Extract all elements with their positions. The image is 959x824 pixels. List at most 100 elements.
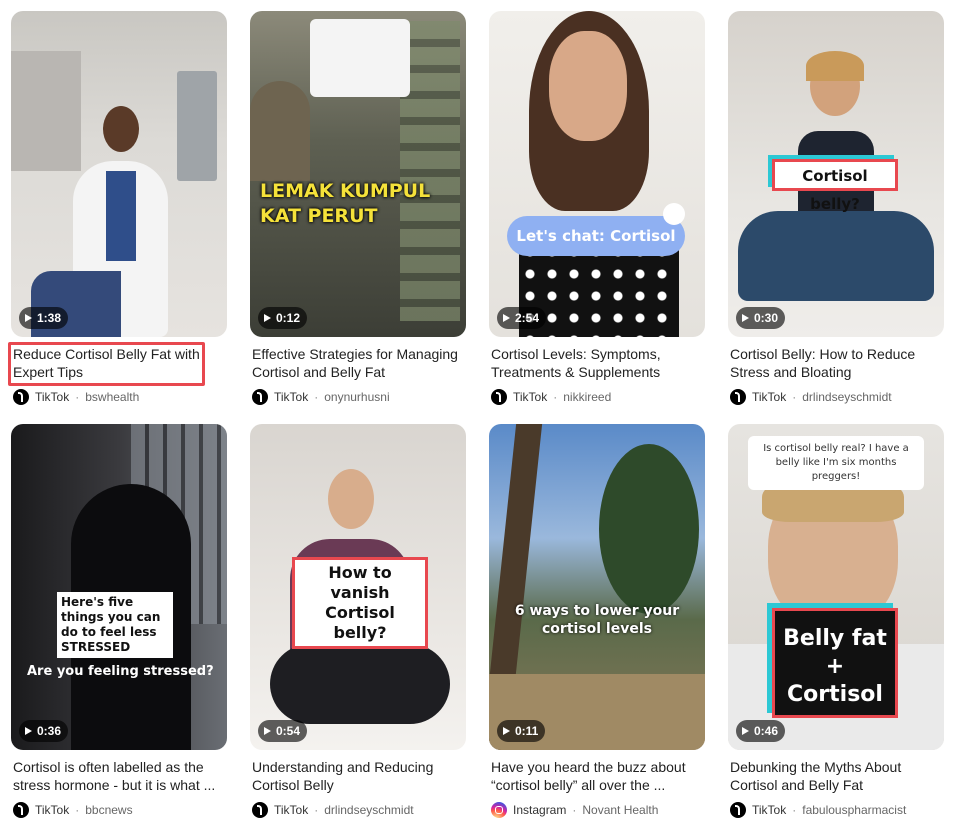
video-title[interactable]: Cortisol Levels: Symptoms, Treatments & … — [491, 345, 705, 381]
separator: · — [314, 390, 319, 404]
separator: · — [75, 390, 80, 404]
channel-name: bswhealth — [85, 390, 140, 404]
separator: · — [75, 803, 80, 817]
duration-badge: 0:30 — [736, 307, 786, 329]
video-title[interactable]: Cortisol Belly: How to Reduce Stress and… — [730, 345, 944, 381]
instagram-icon — [491, 802, 507, 818]
duration-text: 1:38 — [37, 311, 62, 325]
duration-badge: 0:12 — [258, 307, 308, 329]
play-icon — [742, 727, 749, 735]
video-card[interactable]: Here's five things you can do to feel le… — [11, 424, 227, 824]
separator: · — [572, 803, 577, 817]
play-icon — [25, 314, 32, 322]
comment-bubble: Is cortisol belly real? I have a belly l… — [748, 436, 924, 490]
video-source: TikTok · fabulouspharmacist — [730, 802, 906, 818]
channel-name: fabulouspharmacist — [802, 803, 907, 817]
channel-name: onynurhusni — [324, 390, 390, 404]
video-thumbnail[interactable]: 1:38 — [11, 11, 227, 337]
duration-badge: 1:38 — [19, 307, 69, 329]
video-thumbnail[interactable]: Let's chat: Cortisol 2:54 — [489, 11, 705, 337]
channel-name: bbcnews — [85, 803, 133, 817]
video-thumbnail[interactable]: Here's five things you can do to feel le… — [11, 424, 227, 750]
thumbnail-image — [489, 424, 705, 750]
play-icon — [503, 727, 510, 735]
thumbnail-caption: Here's five things you can do to feel le… — [57, 592, 173, 658]
video-source: TikTok · onynurhusni — [252, 389, 390, 405]
video-card[interactable]: LEMAK KUMPUL KAT PERUT 0:12 Effective St… — [250, 11, 466, 411]
channel-name: nikkireed — [563, 390, 612, 404]
thumbnail-image — [250, 11, 466, 337]
tiktok-icon — [730, 802, 746, 818]
video-thumbnail[interactable]: Cortisol belly? 0:30 — [728, 11, 944, 337]
video-results-grid: 1:38 Reduce Cortisol Belly Fat with Expe… — [0, 0, 959, 824]
video-title[interactable]: Understanding and Reducing Cortisol Bell… — [252, 758, 466, 794]
thumbnail-caption: 6 ways to lower your cortisol levels — [514, 603, 680, 637]
tiktok-icon — [13, 802, 29, 818]
video-source: TikTok · bswhealth — [13, 389, 139, 405]
platform-name: Instagram — [513, 803, 567, 817]
video-source: TikTok · nikkireed — [491, 389, 611, 405]
video-thumbnail[interactable]: How to vanish Cortisol belly? 0:54 — [250, 424, 466, 750]
platform-name: TikTok — [274, 803, 309, 817]
separator: · — [792, 390, 797, 404]
thumbnail-caption: LEMAK KUMPUL KAT PERUT — [260, 180, 431, 227]
tiktok-icon — [13, 389, 29, 405]
video-card[interactable]: Is cortisol belly real? I have a belly l… — [728, 424, 944, 824]
duration-badge: 0:11 — [497, 720, 546, 742]
play-icon — [264, 727, 271, 735]
duration-text: 0:11 — [515, 724, 539, 738]
video-title[interactable]: Debunking the Myths About Cortisol and B… — [730, 758, 944, 794]
platform-name: TikTok — [752, 390, 787, 404]
channel-name: Novant Health — [582, 803, 659, 817]
video-card[interactable]: 1:38 Reduce Cortisol Belly Fat with Expe… — [8, 11, 227, 411]
video-thumbnail[interactable]: 6 ways to lower your cortisol levels 0:1… — [489, 424, 705, 750]
thumbnail-caption: Belly fat + Cortisol — [772, 608, 898, 718]
tiktok-icon — [730, 389, 746, 405]
duration-text: 0:12 — [276, 311, 301, 325]
video-title[interactable]: Have you heard the buzz about “cortisol … — [491, 758, 705, 794]
thumbnail-image — [11, 11, 227, 337]
video-title[interactable]: Reduce Cortisol Belly Fat with Expert Ti… — [13, 345, 227, 381]
duration-badge: 0:54 — [258, 720, 308, 742]
thumbnail-subcaption: Are you feeling stressed? — [27, 664, 214, 679]
separator: · — [314, 803, 319, 817]
video-title[interactable]: Cortisol is often labelled as the stress… — [13, 758, 227, 794]
tiktok-icon — [252, 802, 268, 818]
duration-text: 0:36 — [37, 724, 62, 738]
video-card[interactable]: Let's chat: Cortisol 2:54 Cortisol Level… — [489, 11, 705, 411]
play-icon — [264, 314, 271, 322]
platform-name: TikTok — [35, 390, 70, 404]
duration-text: 0:46 — [754, 724, 779, 738]
video-card[interactable]: Cortisol belly? 0:30 Cortisol Belly: How… — [728, 11, 944, 411]
thumbnail-image — [11, 424, 227, 750]
video-source: TikTok · drlindseyschmidt — [730, 389, 892, 405]
platform-name: TikTok — [35, 803, 70, 817]
video-card[interactable]: How to vanish Cortisol belly? 0:54 Under… — [250, 424, 466, 824]
video-title[interactable]: Effective Strategies for Managing Cortis… — [252, 345, 466, 381]
duration-badge: 2:54 — [497, 307, 547, 329]
thumbnail-image — [489, 11, 705, 337]
video-thumbnail[interactable]: LEMAK KUMPUL KAT PERUT 0:12 — [250, 11, 466, 337]
video-card[interactable]: 6 ways to lower your cortisol levels 0:1… — [489, 424, 705, 824]
duration-badge: 0:46 — [736, 720, 786, 742]
video-source: TikTok · drlindseyschmidt — [252, 802, 414, 818]
video-thumbnail[interactable]: Is cortisol belly real? I have a belly l… — [728, 424, 944, 750]
duration-text: 0:54 — [276, 724, 301, 738]
separator: · — [792, 803, 797, 817]
video-source: Instagram · Novant Health — [491, 802, 658, 818]
tiktok-icon — [252, 389, 268, 405]
play-icon — [742, 314, 749, 322]
video-source: TikTok · bbcnews — [13, 802, 133, 818]
duration-text: 2:54 — [515, 311, 540, 325]
separator: · — [553, 390, 558, 404]
duration-text: 0:30 — [754, 311, 779, 325]
platform-name: TikTok — [752, 803, 787, 817]
tiktok-icon — [491, 389, 507, 405]
thumbnail-caption: Let's chat: Cortisol — [507, 216, 685, 256]
duration-badge: 0:36 — [19, 720, 69, 742]
play-icon — [503, 314, 510, 322]
thumbnail-caption: Cortisol belly? — [772, 159, 898, 213]
channel-name: drlindseyschmidt — [802, 390, 892, 404]
tiktok-icon — [663, 203, 685, 225]
play-icon — [25, 727, 32, 735]
